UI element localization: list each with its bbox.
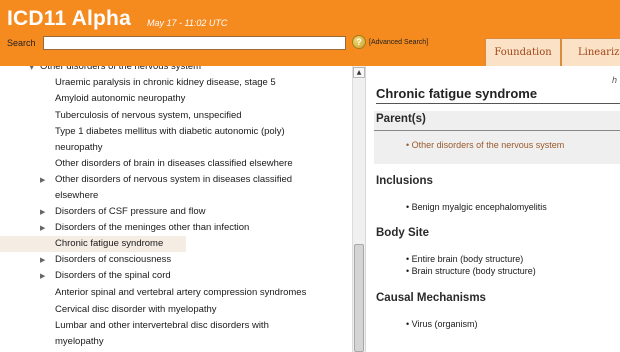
tree-item[interactable]: Disorders of the spinal cord — [55, 268, 171, 284]
advanced-search-link[interactable]: [Advanced Search] — [369, 39, 428, 46]
body-site-item: • Entire brain (body structure) — [406, 254, 524, 264]
inclusion-item-label: Benign myalgic encephalomyelitis — [411, 202, 547, 212]
causal-mechanism-item-label: Virus (organism) — [411, 319, 478, 329]
scroll-up-arrow-icon[interactable]: ▲ — [353, 67, 365, 78]
body-site-item-label: Brain structure (body structure) — [411, 266, 536, 276]
entity-detail-panel: h Chronic fatigue syndrome Parent(s) • O… — [367, 66, 620, 352]
causal-mechanism-item: • Virus (organism) — [406, 319, 478, 329]
parents-section: Parent(s) • Other disorders of the nervo… — [374, 111, 620, 164]
tree-item-continuation[interactable]: myelopathy — [55, 334, 104, 350]
parents-heading: Parent(s) — [376, 113, 426, 125]
triangle-right-icon[interactable]: ▶ — [40, 220, 45, 236]
causal-mechanisms-heading: Causal Mechanisms — [376, 292, 486, 304]
tree-item-continuation[interactable]: elsewhere — [55, 188, 98, 204]
inclusions-heading: Inclusions — [376, 175, 433, 187]
tab-foundation[interactable]: Foundation — [485, 38, 561, 66]
tree-item[interactable]: Other disorders of the nervous system — [40, 66, 201, 75]
tree-item[interactable]: Anterior spinal and vertebral artery com… — [55, 285, 306, 301]
tree-item[interactable]: Disorders of consciousness — [55, 252, 171, 268]
entity-title: Chronic fatigue syndrome — [376, 86, 620, 104]
parent-link-label[interactable]: Other disorders of the nervous system — [412, 140, 565, 150]
triangle-right-icon[interactable]: ▶ — [40, 172, 45, 188]
triangle-right-icon[interactable]: ▶ — [40, 204, 45, 220]
timestamp: May 17 - 11:02 UTC — [147, 18, 228, 28]
tree-item[interactable]: Cervical disc disorder with myelopathy — [55, 302, 217, 318]
triangle-down-icon[interactable]: ▼ — [29, 66, 34, 75]
tree-item[interactable]: Lumbar and other intervertebral disc dis… — [55, 318, 269, 334]
app-header: ICD11 Alpha May 17 - 11:02 UTC Search ? … — [0, 0, 620, 66]
triangle-right-icon[interactable]: ▶ — [40, 252, 45, 268]
body-site-item: • Brain structure (body structure) — [406, 266, 536, 276]
parents-divider — [374, 130, 620, 131]
classification-tree-panel: ▼ Other disorders of the nervous system … — [0, 66, 366, 352]
scrollbar-thumb[interactable] — [354, 244, 364, 352]
tree-item[interactable]: Tuberculosis of nervous system, unspecif… — [55, 108, 242, 124]
detail-corner-text: h — [612, 75, 618, 85]
search-input[interactable] — [43, 36, 346, 50]
app-title: ICD11 Alpha — [7, 7, 131, 30]
tree-scrollbar[interactable]: ▲ — [352, 66, 365, 352]
inclusion-item: • Benign myalgic encephalomyelitis — [406, 202, 547, 212]
body-site-heading: Body Site — [376, 227, 430, 239]
parent-link[interactable]: • Other disorders of the nervous system — [406, 140, 564, 150]
tree-item[interactable]: Other disorders of nervous system in dis… — [55, 172, 292, 188]
tree-item[interactable]: Amyloid autonomic neuropathy — [55, 91, 185, 107]
triangle-right-icon[interactable]: ▶ — [40, 268, 45, 284]
tree-item[interactable]: Other disorders of brain in diseases cla… — [55, 156, 293, 172]
tab-linearization[interactable]: Linearization — [561, 38, 620, 66]
tree-item-selected[interactable]: Chronic fatigue syndrome — [0, 236, 186, 252]
search-label: Search — [7, 38, 36, 48]
tree-item[interactable]: Type 1 diabetes mellitus with diabetic a… — [55, 124, 285, 140]
help-icon[interactable]: ? — [352, 35, 366, 49]
tree-item[interactable]: Disorders of the meninges other than inf… — [55, 220, 249, 236]
tree-item[interactable]: Disorders of CSF pressure and flow — [55, 204, 205, 220]
tree-item[interactable]: Uraemic paralysis in chronic kidney dise… — [55, 75, 276, 91]
tree-item-continuation[interactable]: neuropathy — [55, 140, 103, 156]
body-site-item-label: Entire brain (body structure) — [411, 254, 524, 264]
